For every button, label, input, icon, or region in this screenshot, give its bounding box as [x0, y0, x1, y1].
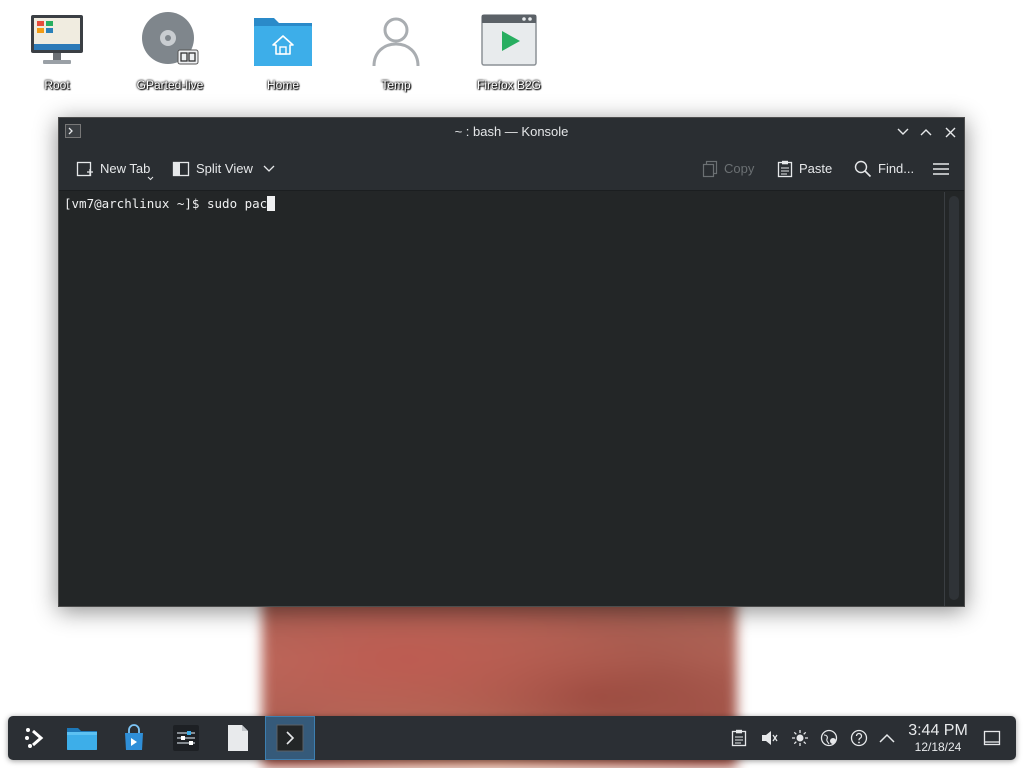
terminal-line: [vm7@archlinux ~]$ sudo pac	[64, 196, 276, 212]
close-button[interactable]	[941, 123, 959, 141]
home-folder-icon	[251, 8, 315, 72]
show-desktop-icon	[983, 730, 1001, 746]
find-button[interactable]: Find...	[854, 146, 914, 191]
help-tray-button[interactable]	[846, 716, 872, 760]
launcher-icon	[25, 728, 44, 748]
disc-icon	[138, 8, 202, 72]
search-icon	[854, 160, 872, 177]
taskbar-file-manager[interactable]	[60, 716, 104, 760]
taskbar: 3:44 PM 12/18/24	[8, 716, 1016, 760]
hamburger-menu-button[interactable]	[932, 146, 950, 191]
new-tab-label: New Tab	[100, 161, 151, 176]
folder-icon	[67, 728, 97, 750]
terminal-prompt: [vm7@archlinux ~]$	[64, 196, 207, 211]
window-title: ~ : bash — Konsole	[454, 124, 569, 139]
new-tab-icon	[76, 161, 93, 176]
copy-button[interactable]: Copy	[702, 146, 754, 191]
find-label: Find...	[878, 161, 915, 176]
network-tray-button[interactable]	[816, 716, 842, 760]
scrollbar-divider	[944, 192, 945, 606]
maximize-button[interactable]	[917, 123, 935, 141]
chevron-down-icon	[897, 128, 909, 135]
title-bar[interactable]: ~ : bash — Konsole	[59, 118, 964, 146]
terminal-area[interactable]: [vm7@archlinux ~]$ sudo pac	[59, 192, 964, 606]
desktop-icon-root[interactable]: Root	[9, 8, 105, 100]
paste-label: Paste	[799, 161, 833, 176]
application-launcher-button[interactable]	[18, 716, 50, 760]
taskbar-konsole[interactable]	[265, 716, 315, 760]
paste-icon	[777, 160, 793, 177]
clipboard-tray-button[interactable]	[726, 716, 752, 760]
scrollbar[interactable]	[949, 196, 959, 600]
brightness-icon	[792, 730, 808, 746]
document-icon	[228, 725, 248, 751]
desktop-icon-temp[interactable]: Temp	[348, 8, 444, 100]
brightness-tray-button[interactable]	[787, 716, 813, 760]
minimize-button[interactable]	[894, 123, 912, 141]
volume-tray-button[interactable]	[756, 716, 782, 760]
taskbar-text-document[interactable]	[216, 716, 260, 760]
terminal-command: sudo pac	[207, 196, 268, 211]
chevron-up-icon	[879, 733, 895, 743]
sliders-icon	[173, 725, 199, 751]
volume-muted-icon	[762, 731, 778, 745]
help-icon	[850, 729, 868, 747]
split-view-icon	[172, 161, 190, 176]
desktop-icon-firefox-b2g[interactable]: Firefox B2G	[461, 8, 557, 100]
konsole-window: ~ : bash — Konsole New Tab Split View Co…	[58, 117, 965, 607]
clock-date[interactable]: 12/18/24	[907, 740, 969, 754]
show-hidden-icons-button[interactable]	[874, 716, 900, 760]
konsole-app-icon[interactable]	[65, 124, 81, 138]
desktop-icon-label: Temp	[381, 78, 411, 92]
split-view-label: Split View	[196, 161, 253, 176]
taskbar-system-settings[interactable]	[164, 716, 208, 760]
clock-time[interactable]: 3:44 PM	[907, 722, 969, 740]
taskbar-software-store[interactable]	[112, 716, 156, 760]
close-icon	[945, 127, 955, 137]
desktop-icon-label: GParted-live	[136, 78, 204, 92]
terminal-icon	[276, 724, 304, 752]
toolbar: New Tab Split View Copy Paste Find...	[59, 146, 964, 191]
hamburger-menu-icon	[933, 162, 949, 175]
new-tab-button[interactable]: New Tab	[76, 146, 154, 191]
text-cursor	[267, 196, 276, 211]
desktop-icon-label: Home	[266, 78, 299, 92]
chevron-down-icon	[263, 165, 275, 172]
desktop-icon-home[interactable]: Home	[235, 8, 331, 100]
chevron-down-icon	[147, 176, 154, 181]
app-window-icon	[477, 8, 541, 72]
desktop-icon-gparted[interactable]: GParted-live	[122, 8, 218, 100]
paste-button[interactable]: Paste	[777, 146, 832, 191]
desktop-icon-label: Root	[44, 78, 70, 92]
split-view-button[interactable]: Split View	[172, 146, 275, 191]
user-icon	[364, 8, 428, 72]
network-globe-icon	[820, 729, 838, 747]
chevron-up-icon	[920, 129, 932, 136]
copy-label: Copy	[724, 161, 755, 176]
shopping-bag-icon	[125, 724, 143, 750]
clipboard-icon	[731, 729, 747, 747]
desktop-icon-label: Firefox B2G	[476, 78, 542, 92]
show-desktop-button[interactable]	[979, 716, 1005, 760]
copy-icon	[702, 160, 718, 177]
monitor-icon	[25, 8, 89, 72]
